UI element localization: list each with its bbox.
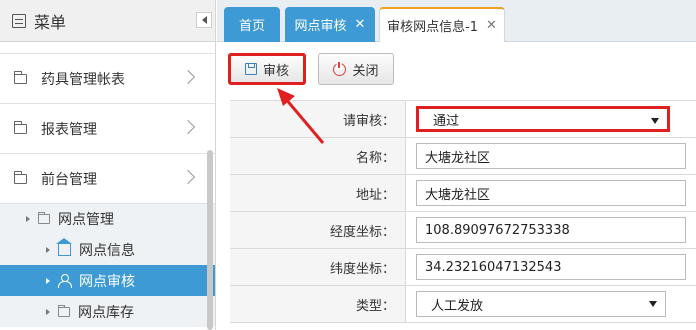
address-input[interactable]: 大塘龙社区 — [416, 180, 686, 206]
select-value: 通过 — [433, 113, 460, 129]
menu-icon — [12, 13, 26, 28]
tab-label: 审核网点信息-1 — [387, 20, 479, 35]
caret-right-icon — [26, 216, 30, 222]
latitude-input[interactable]: 34.23216047132543 — [416, 254, 686, 280]
close-tab-icon[interactable]: ✕ — [486, 18, 497, 33]
sidebar-item-label: 前台管理 — [41, 171, 97, 188]
sidebar-item-outlet-info[interactable]: 网点信息 — [0, 234, 215, 265]
collapse-sidebar-button[interactable] — [196, 12, 212, 28]
sidebar-item-reports[interactable]: 报表管理 — [0, 104, 215, 154]
review-button[interactable]: 审核 — [228, 53, 306, 85]
select-value: 人工发放 — [431, 298, 484, 314]
review-button-label: 审核 — [262, 63, 289, 79]
sidebar-scrollbar[interactable] — [207, 150, 213, 330]
field-label: 地址： — [230, 175, 406, 211]
sidebar-divider — [0, 42, 215, 54]
tab-outlet-review[interactable]: 网点审核 ✕ — [285, 7, 375, 42]
power-icon — [333, 61, 347, 76]
tab-bar: 首页 网点审核 ✕ 审核网点信息-1 ✕ — [217, 0, 696, 42]
form-row-type: 类型： 人工发放 — [230, 286, 696, 323]
sidebar-item-outlet-stock[interactable]: 网点库存 — [0, 296, 215, 327]
tab-review-outlet-info[interactable]: 审核网点信息-1 ✕ — [379, 7, 505, 42]
type-select[interactable]: 人工发放 — [416, 291, 666, 317]
user-icon — [58, 274, 72, 288]
main-content: 首页 网点审核 ✕ 审核网点信息-1 ✕ 审核 关闭 请审核： 通过 名称： 大… — [217, 0, 696, 330]
dropdown-arrow-icon — [649, 301, 657, 307]
sidebar-item-drug-ledger[interactable]: 药具管理帐表 — [0, 54, 215, 104]
sidebar-subgroup-outlet-management[interactable]: 网点管理 — [0, 204, 215, 234]
field-label: 纬度坐标： — [230, 249, 406, 285]
close-tab-icon[interactable]: ✕ — [355, 17, 366, 32]
home-icon — [56, 237, 72, 256]
longitude-input[interactable]: 108.89097672753338 — [416, 217, 686, 243]
caret-right-icon — [46, 246, 50, 253]
sidebar-item-label: 网点信息 — [79, 242, 135, 259]
sidebar-title: 菜单 — [34, 12, 67, 32]
save-icon — [244, 63, 257, 75]
sidebar-item-outlet-review[interactable]: 网点审核 — [0, 265, 215, 296]
caret-right-icon — [46, 277, 50, 284]
field-label: 经度坐标： — [230, 212, 406, 248]
caret-right-icon — [46, 308, 50, 315]
chevron-right-icon — [180, 169, 196, 185]
close-button-label: 关闭 — [352, 63, 379, 79]
tab-home[interactable]: 首页 — [224, 7, 280, 42]
sidebar-item-frontdesk[interactable]: 前台管理 — [0, 154, 215, 204]
sidebar: 菜单 药具管理帐表 报表管理 前台管理 网点管理 网点信息 网点审核 网点库存 — [0, 0, 216, 330]
sidebar-item-label: 报表管理 — [41, 121, 97, 138]
sidebar-item-label: 网点库存 — [78, 304, 134, 321]
sidebar-item-label: 网点审核 — [79, 273, 135, 290]
folder-icon — [57, 304, 70, 317]
annotation-arrow-icon — [277, 88, 325, 144]
sidebar-header: 菜单 — [0, 0, 215, 42]
app-window: 菜单 药具管理帐表 报表管理 前台管理 网点管理 网点信息 网点审核 网点库存 … — [0, 0, 696, 330]
field-label: 类型： — [230, 286, 406, 322]
folder-icon — [13, 70, 27, 84]
dropdown-arrow-icon — [651, 118, 659, 124]
close-button[interactable]: 关闭 — [318, 53, 394, 85]
folder-icon — [37, 212, 50, 224]
form-row-address: 地址： 大塘龙社区 — [230, 175, 696, 212]
form-row-latitude: 纬度坐标： 34.23216047132543 — [230, 249, 696, 286]
name-input[interactable]: 大塘龙社区 — [416, 143, 686, 169]
sidebar-subgroup-label: 网点管理 — [58, 212, 114, 228]
tab-label: 网点审核 — [294, 19, 347, 34]
folder-icon — [13, 120, 27, 134]
chevron-right-icon — [180, 69, 196, 85]
review-result-select[interactable]: 通过 — [416, 106, 670, 132]
form-row-longitude: 经度坐标： 108.89097672753338 — [230, 212, 696, 249]
toolbar: 审核 关闭 — [217, 42, 696, 92]
chevron-right-icon — [180, 119, 196, 135]
tab-label: 首页 — [238, 19, 265, 34]
folder-open-icon — [13, 170, 27, 184]
sidebar-item-label: 药具管理帐表 — [41, 71, 125, 88]
